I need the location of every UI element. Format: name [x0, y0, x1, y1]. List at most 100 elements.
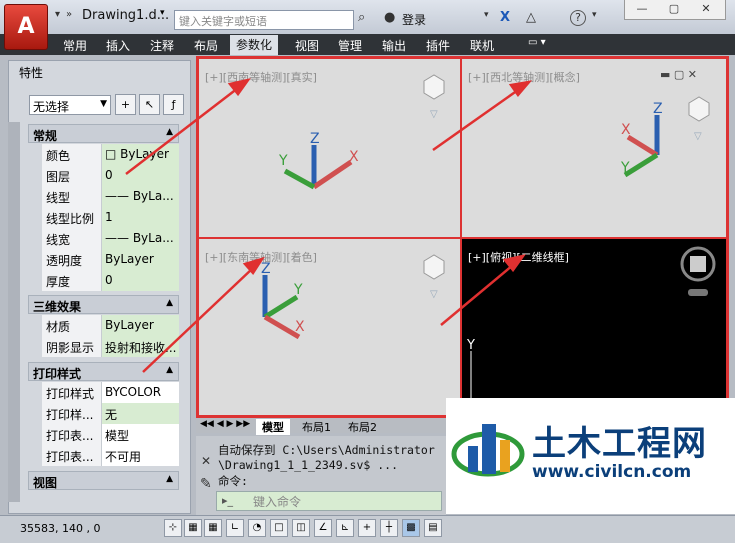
prop-row[interactable]: 打印样... 无 [42, 403, 179, 424]
section-view[interactable]: 视图 ▲ [28, 471, 179, 490]
tab-layout1[interactable]: 布局1 [302, 419, 331, 435]
ortho-icon[interactable]: ∟ [226, 519, 244, 537]
osnap-icon[interactable]: □ [270, 519, 288, 537]
3d-osnap-icon[interactable]: ◫ [292, 519, 310, 537]
tab-parametric[interactable]: 参数化 [230, 35, 279, 55]
application-menu-button[interactable]: A [4, 4, 48, 50]
prop-value: ByLayer [102, 315, 179, 336]
section-general[interactable]: 常规 ▲ [28, 124, 179, 143]
tab-home[interactable]: 常用 [63, 37, 87, 54]
prop-key: 材质 [42, 315, 102, 336]
svg-text:X: X [621, 122, 631, 138]
tab-online[interactable]: 联机 [470, 37, 494, 54]
prop-value: —— ByLa... [102, 228, 179, 249]
watermark-title: 土木工程网 [532, 424, 707, 464]
close-icon[interactable]: ✕ [201, 454, 211, 468]
login-button[interactable]: 登录 [402, 11, 426, 28]
minimize-button[interactable]: — [627, 2, 657, 17]
user-icon[interactable]: ● [384, 10, 395, 25]
infer-constraints-icon[interactable]: ⊹ [164, 519, 182, 537]
layout-tabs: ◀◀ ◀ ▶ ▶▶ 模型 布局1 布局2 [196, 419, 446, 435]
prop-row[interactable]: 阴影显示 投射和接收... [42, 336, 179, 357]
select-objects-icon[interactable]: ↖ [139, 94, 160, 115]
ucs-axes-icon: Z Y X ▽ [261, 254, 445, 340]
binoculars-icon[interactable]: ⌕ [358, 10, 365, 25]
section-label: 三维效果 [33, 300, 82, 314]
help-icon[interactable]: ? [570, 10, 586, 26]
prop-value: 不可用 [102, 445, 179, 466]
palette-side-strip[interactable] [8, 122, 20, 502]
quick-select-icon[interactable]: ƒ [163, 94, 184, 115]
search-input[interactable]: 键入关键字或短语 [174, 10, 354, 30]
prop-value: 模型 [102, 424, 179, 445]
selection-dropdown[interactable]: 无选择 ▼ [29, 95, 111, 115]
autodesk-360-icon[interactable]: △ [526, 10, 536, 25]
prop-row[interactable]: 打印表... 模型 [42, 424, 179, 445]
prop-row[interactable]: 材质 ByLayer [42, 315, 179, 336]
tab-plugins[interactable]: 插件 [426, 37, 450, 54]
tab-layout[interactable]: 布局 [194, 37, 218, 54]
otrack-icon[interactable]: ∠ [314, 519, 332, 537]
grid-icon[interactable]: ▦ [204, 519, 222, 537]
section-plot-style[interactable]: 打印样式 ▲ [28, 362, 179, 381]
viewport-se-shaded[interactable]: [+][东南等轴测][着色] Z Y X ▽ [199, 239, 460, 415]
tab-view[interactable]: 视图 [295, 37, 319, 54]
tab-layout2[interactable]: 布局2 [348, 419, 377, 435]
restore-button[interactable]: ▢ [659, 2, 689, 17]
prop-row[interactable]: 线型比例 1 [42, 207, 179, 228]
document-title: Drawing1.d... [82, 8, 170, 23]
close-button[interactable]: ✕ [691, 2, 721, 17]
wrench-icon[interactable]: ✎ [200, 476, 212, 492]
prop-row[interactable]: 打印样式 BYCOLOR [42, 382, 179, 403]
help-dropdown-icon[interactable]: ▾ [592, 10, 597, 20]
viewport-nw-conceptual[interactable]: [+][西北等轴测][概念] ▬ ▢ ✕ Z X Y ▽ [462, 59, 726, 237]
prop-row[interactable]: 打印表... 不可用 [42, 445, 179, 466]
prop-row[interactable]: 线型 —— ByLa... [42, 186, 179, 207]
tab-nav-arrows[interactable]: ◀◀ ◀ ▶ ▶▶ [200, 419, 250, 429]
tab-insert[interactable]: 插入 [106, 37, 130, 54]
polar-icon[interactable]: ◔ [248, 519, 266, 537]
prop-value: BYCOLOR [102, 382, 179, 403]
viewcube-and-ucs: Y [466, 246, 716, 415]
collapse-icon: ▲ [166, 365, 173, 375]
prop-key: 线型比例 [42, 207, 102, 228]
viewport-top-wireframe[interactable]: [+][俯视][二维线框] Y [462, 239, 726, 415]
svg-text:Z: Z [310, 131, 320, 147]
section-label: 打印样式 [33, 367, 82, 381]
quick-access-dropdown-icon[interactable]: ▾ [55, 9, 60, 20]
prop-row[interactable]: 透明度 ByLayer [42, 249, 179, 270]
prop-row[interactable]: 颜色 □ ByLayer [42, 144, 179, 165]
prop-key: 打印样... [42, 403, 102, 424]
quick-properties-icon[interactable]: ▤ [424, 519, 442, 537]
svg-text:▽: ▽ [694, 131, 702, 142]
dyn-icon[interactable]: + [358, 519, 376, 537]
svg-text:X: X [295, 319, 305, 335]
svg-text:Z: Z [653, 101, 663, 117]
prop-row[interactable]: 厚度 0 [42, 270, 179, 291]
prop-value: □ ByLayer [102, 144, 179, 165]
tab-annotate[interactable]: 注释 [150, 37, 174, 54]
lineweight-icon[interactable]: ┼ [380, 519, 398, 537]
transparency-icon[interactable]: ▩ [402, 519, 420, 537]
command-input[interactable]: 键入命令 [216, 491, 442, 511]
exchange-icon[interactable]: X [500, 10, 510, 25]
prop-row[interactable]: 图层 0 [42, 165, 179, 186]
command-history-line: 自动保存到 C:\Users\Administrator [218, 443, 435, 457]
viewport-sw-realistic[interactable]: [+][西南等轴测][真实] Z X Y ▽ [199, 59, 460, 237]
login-dropdown-icon[interactable]: ▾ [484, 10, 489, 20]
command-prompt-icon[interactable]: ▸_ [222, 494, 233, 507]
section-3d-effects[interactable]: 三维效果 ▲ [28, 295, 179, 314]
title-dropdown-icon[interactable]: ▾ [160, 8, 165, 18]
ducs-icon[interactable]: ⊾ [336, 519, 354, 537]
snap-icon[interactable]: ▦ [184, 519, 202, 537]
tab-manage[interactable]: 管理 [338, 37, 362, 54]
prop-key: 透明度 [42, 249, 102, 270]
quick-access-expand-icon[interactable]: » [66, 9, 72, 20]
tab-output[interactable]: 输出 [382, 37, 406, 54]
prop-key: 打印表... [42, 445, 102, 466]
svg-text:X: X [349, 149, 359, 165]
tab-model[interactable]: 模型 [256, 419, 290, 435]
toggle-pickadd-icon[interactable]: + [115, 94, 136, 115]
ribbon-minimize-icon[interactable]: ▭ ▾ [528, 37, 546, 48]
prop-row[interactable]: 线宽 —— ByLa... [42, 228, 179, 249]
